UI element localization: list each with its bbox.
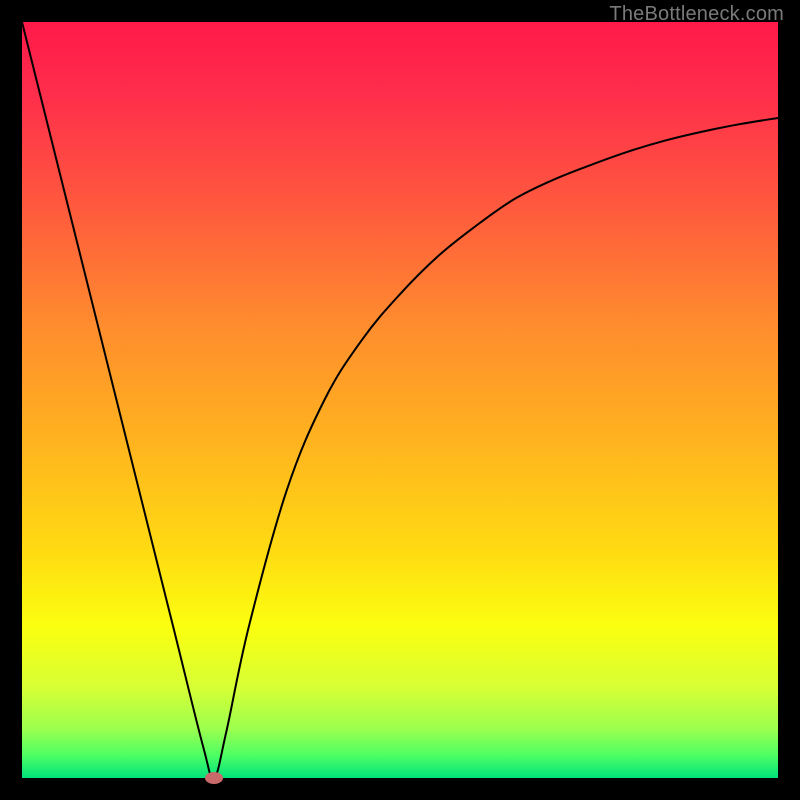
watermark: TheBottleneck.com: [609, 3, 784, 26]
bottleneck-curve: [22, 22, 778, 778]
minimum-marker: [205, 772, 223, 784]
